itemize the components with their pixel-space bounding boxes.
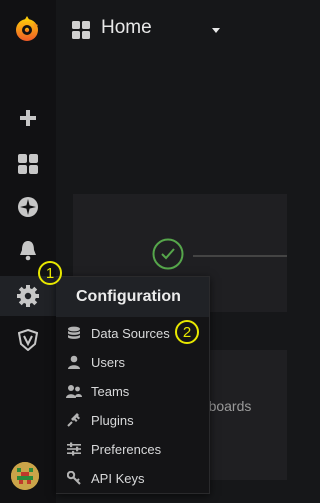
menu-item-api-keys[interactable]: API Keys: [56, 464, 209, 492]
key-icon: [66, 470, 82, 486]
menu-title[interactable]: Configuration: [76, 288, 181, 306]
menu-item-label: Plugins: [91, 412, 134, 428]
gear-icon[interactable]: [14, 282, 42, 310]
check-circle-icon: [152, 238, 184, 270]
plus-icon[interactable]: [14, 104, 42, 132]
menu-item-teams[interactable]: Teams: [56, 377, 209, 405]
configuration-menu: Configuration Data Sources Users Teams P…: [56, 276, 210, 494]
panel-divider: [193, 255, 287, 257]
alert-bell-icon[interactable]: [14, 236, 42, 264]
menu-item-users[interactable]: Users: [56, 348, 209, 376]
user-icon: [66, 354, 82, 370]
page-title[interactable]: Home: [101, 17, 152, 39]
menu-item-label: Preferences: [91, 441, 162, 457]
chevron-down-icon[interactable]: [212, 28, 220, 33]
annotation-badge-2: 2: [175, 320, 199, 344]
dashboards-icon[interactable]: [14, 150, 42, 178]
menu-item-label: Users: [91, 354, 125, 370]
avatar[interactable]: [11, 462, 39, 490]
database-icon: [66, 325, 82, 341]
annotation-badge-1: 1: [38, 261, 62, 285]
explore-icon[interactable]: [14, 193, 42, 221]
menu-item-preferences[interactable]: Preferences: [56, 435, 209, 463]
users-icon: [66, 383, 82, 399]
sliders-icon: [66, 441, 82, 457]
grafana-logo[interactable]: [11, 13, 43, 45]
dashboard-grid-icon: [72, 21, 90, 39]
sidebar: [0, 0, 56, 503]
menu-item-label: API Keys: [91, 470, 145, 486]
menu-item-plugins[interactable]: Plugins: [56, 406, 209, 434]
menu-header: Configuration: [56, 277, 209, 317]
shield-icon[interactable]: [14, 326, 42, 354]
menu-item-label: Data Sources: [91, 325, 170, 341]
menu-item-label: Teams: [91, 383, 130, 399]
plug-icon: [66, 412, 82, 428]
top-bar: Home: [56, 0, 287, 58]
